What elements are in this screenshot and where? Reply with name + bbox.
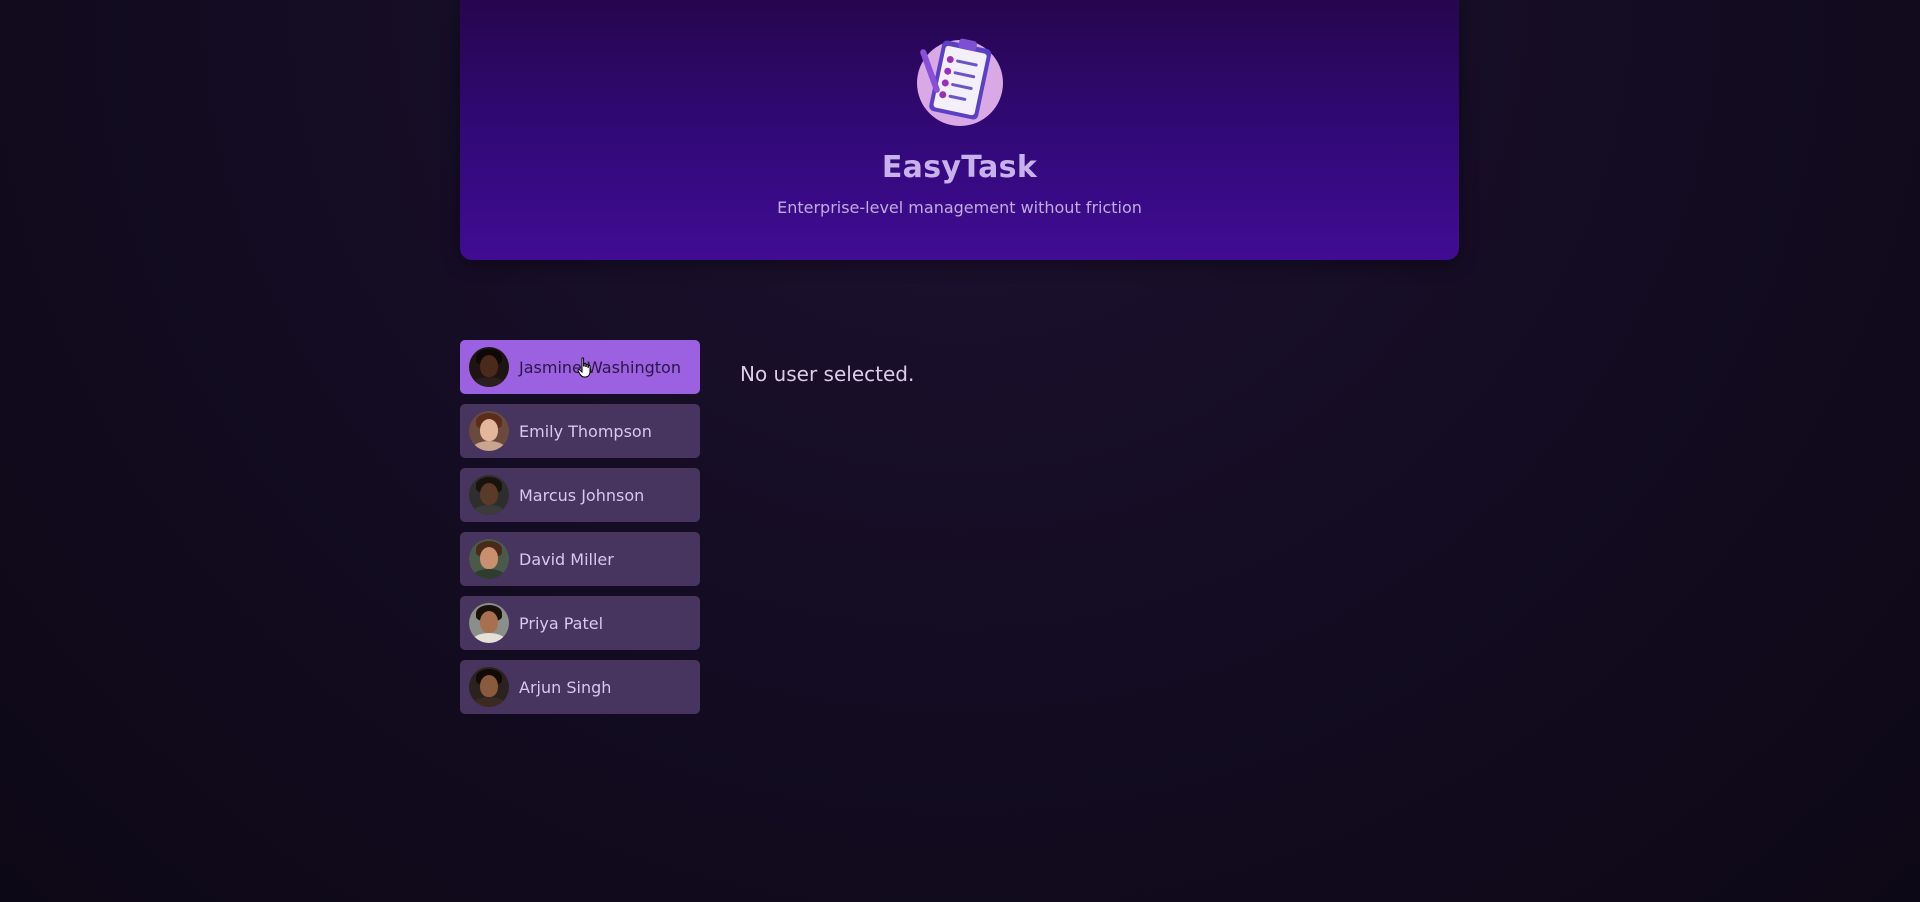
app-subtitle: Enterprise-level management without fric…	[777, 198, 1142, 217]
avatar	[469, 475, 509, 515]
user-item[interactable]: Emily Thompson	[460, 404, 700, 458]
app-header: EasyTask Enterprise-level management wit…	[460, 0, 1459, 260]
user-list: Jasmine Washington Emily Thompson Marcus J…	[460, 340, 700, 724]
empty-state-message: No user selected.	[740, 362, 915, 386]
user-name: Arjun Singh	[519, 677, 612, 697]
user-item[interactable]: Marcus Johnson	[460, 468, 700, 522]
user-item[interactable]: Arjun Singh	[460, 660, 700, 714]
user-name: David Miller	[519, 549, 614, 569]
avatar	[469, 411, 509, 451]
user-item[interactable]: David Miller	[460, 532, 700, 586]
user-name: Emily Thompson	[519, 421, 652, 441]
user-name: Jasmine Washington	[519, 357, 681, 377]
app-title: EasyTask	[881, 150, 1038, 185]
hand-pointer-cursor-icon	[577, 357, 591, 378]
avatar	[469, 539, 509, 579]
avatar	[469, 603, 509, 643]
user-name: Marcus Johnson	[519, 485, 645, 505]
user-name: Priya Patel	[519, 613, 604, 633]
avatar	[469, 667, 509, 707]
clipboard-checklist-icon	[917, 38, 1003, 126]
user-item[interactable]: Priya Patel	[460, 596, 700, 650]
avatar	[469, 347, 509, 387]
